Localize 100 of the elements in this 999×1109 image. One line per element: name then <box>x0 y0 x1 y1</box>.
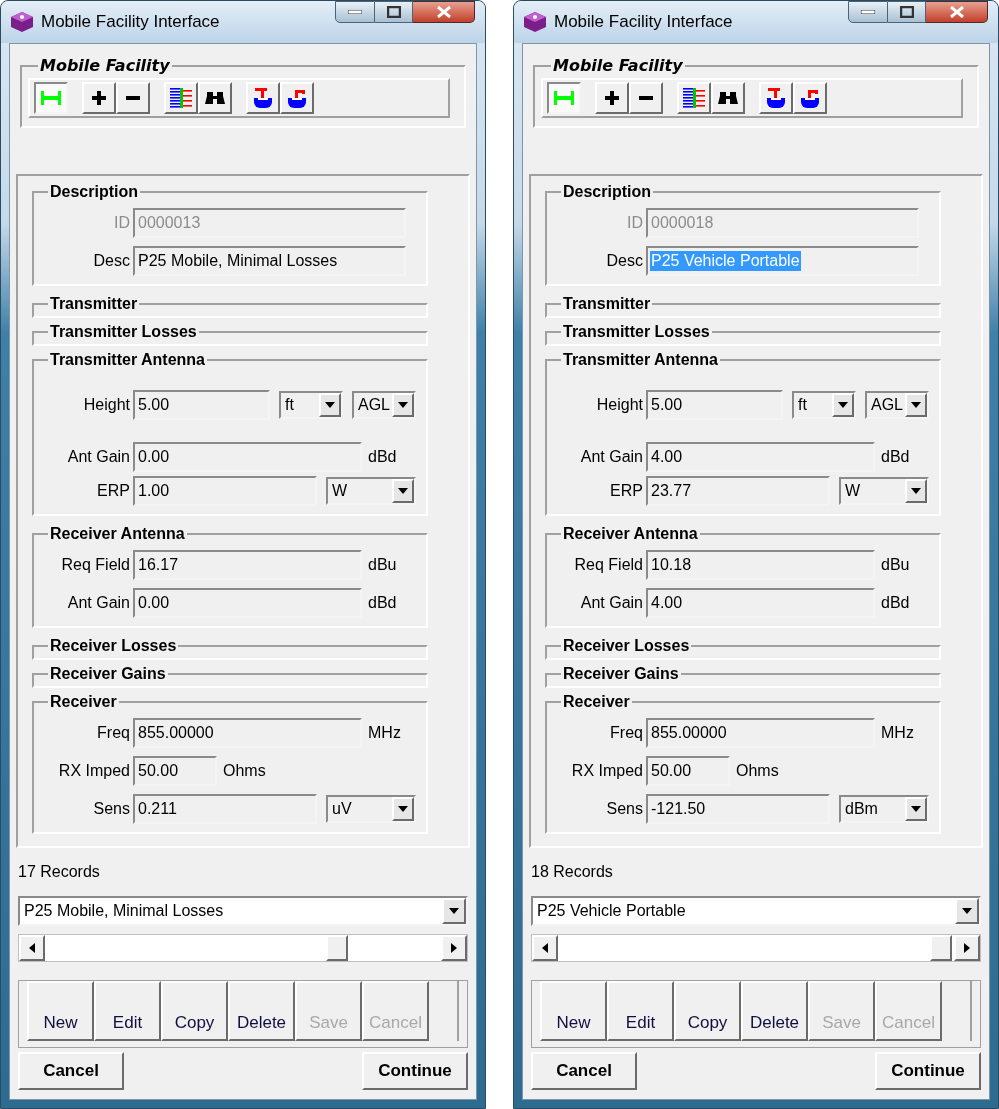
text-field[interactable]: 1.00 <box>133 476 317 506</box>
unit-dropdown[interactable]: ft <box>792 391 856 419</box>
close-icon <box>949 6 964 18</box>
scroll-right-button[interactable] <box>441 935 467 961</box>
binoculars-icon <box>718 90 738 106</box>
scroll-left-button[interactable] <box>532 935 558 961</box>
text-field[interactable]: 4.00 <box>646 588 875 618</box>
maximize-icon <box>386 6 401 18</box>
text-field[interactable]: 50.00 <box>646 756 730 786</box>
plus-icon <box>605 91 619 105</box>
minimize-button[interactable] <box>335 1 375 23</box>
maximize-button[interactable] <box>888 1 926 23</box>
unit-label: dBd <box>368 447 398 467</box>
cancel-button[interactable]: Cancel <box>531 1052 637 1090</box>
unit-dropdown[interactable]: AGL <box>352 391 416 419</box>
app-cube-icon <box>524 12 546 32</box>
field-label: Ant Gain <box>579 593 643 613</box>
text-field[interactable]: 5.00 <box>133 390 270 420</box>
minimize-button[interactable] <box>848 1 888 23</box>
unit-dropdown[interactable]: AGL <box>865 391 929 419</box>
group-title: Transmitter Antenna <box>50 351 205 368</box>
maximize-button[interactable] <box>375 1 413 23</box>
field-label: ERP <box>609 481 643 501</box>
maximize-icon <box>899 6 914 18</box>
dropdown-arrow-icon <box>911 488 921 494</box>
text-field[interactable]: -121.50 <box>646 794 830 824</box>
text-field[interactable]: 0.00 <box>133 588 362 618</box>
action-button[interactable]: Copy <box>674 981 741 1041</box>
text-field[interactable]: 5.00 <box>646 390 783 420</box>
action-button[interactable]: New <box>27 981 94 1041</box>
pipe-bowl-icon <box>800 88 820 108</box>
text-field[interactable]: P25 Mobile, Minimal Losses <box>133 246 406 276</box>
dropdown-arrow-icon <box>398 402 408 408</box>
action-button[interactable]: Edit <box>94 981 161 1041</box>
unit-dropdown[interactable]: W <box>326 477 416 505</box>
ibeam-icon <box>554 91 574 105</box>
plus-icon <box>92 91 106 105</box>
text-field[interactable]: 10.18 <box>646 550 875 580</box>
record-count: 18 Records <box>531 862 614 882</box>
scroll-thumb[interactable] <box>930 935 953 961</box>
group-title: Transmitter Losses <box>50 323 197 340</box>
minus-icon <box>639 96 653 100</box>
group-title: Receiver Antenna <box>563 525 698 542</box>
record-dropdown[interactable]: P25 Vehicle Portable <box>531 896 981 926</box>
action-button[interactable]: Edit <box>607 981 674 1041</box>
unit-label: dBd <box>368 593 398 613</box>
continue-button[interactable]: Continue <box>875 1052 981 1090</box>
group-title: Transmitter <box>563 295 651 312</box>
pipe-bowl-icon <box>766 88 786 108</box>
pipe-bowl-icon <box>287 88 307 108</box>
unit-dropdown[interactable]: dBm <box>839 795 929 823</box>
group-title: Transmitter <box>50 295 138 312</box>
minus-icon <box>126 96 140 100</box>
text-field[interactable]: 855.00000 <box>133 718 362 748</box>
unit-dropdown[interactable]: ft <box>279 391 343 419</box>
record-dropdown[interactable]: P25 Mobile, Minimal Losses <box>18 896 468 926</box>
group-title: Description <box>563 183 651 200</box>
text-field[interactable]: 50.00 <box>133 756 217 786</box>
text-field[interactable]: 23.77 <box>646 476 830 506</box>
unit-dropdown[interactable]: W <box>839 477 929 505</box>
scroll-right-button[interactable] <box>954 935 980 961</box>
field-label: Req Field <box>573 555 643 575</box>
field-label: Desc <box>92 251 130 271</box>
field-label: RX Imped <box>570 761 643 781</box>
close-button[interactable] <box>926 1 988 23</box>
field-label: Sens <box>92 799 130 819</box>
unit-dropdown[interactable]: uV <box>326 795 416 823</box>
text-field[interactable]: 855.00000 <box>646 718 875 748</box>
field-label: Ant Gain <box>66 447 130 467</box>
right-arrow-icon <box>964 943 970 953</box>
field-label: Desc <box>605 251 643 271</box>
scroll-left-button[interactable] <box>19 935 45 961</box>
dropdown-arrow-icon <box>838 402 848 408</box>
unit-label: MHz <box>368 723 402 743</box>
dropdown-arrow-icon <box>398 488 408 494</box>
field-label: Req Field <box>60 555 130 575</box>
unit-label: MHz <box>881 723 915 743</box>
action-button[interactable]: Delete <box>741 981 808 1041</box>
unit-label: Ohms <box>736 761 779 781</box>
action-button[interactable]: New <box>540 981 607 1041</box>
text-field[interactable]: 0.00 <box>133 442 362 472</box>
action-button[interactable]: Delete <box>228 981 295 1041</box>
group-title: Transmitter Antenna <box>563 351 718 368</box>
binoculars-icon <box>205 90 225 106</box>
text-field[interactable]: 16.17 <box>133 550 362 580</box>
scroll-thumb[interactable] <box>326 935 349 961</box>
dropdown-arrow-icon <box>911 806 921 812</box>
record-scrollbar[interactable] <box>18 934 468 962</box>
cancel-button[interactable]: Cancel <box>18 1052 124 1090</box>
line-list-icon <box>683 88 705 108</box>
text-field[interactable]: 4.00 <box>646 442 875 472</box>
record-scrollbar[interactable] <box>531 934 981 962</box>
close-button[interactable] <box>413 1 475 23</box>
action-button[interactable]: Copy <box>161 981 228 1041</box>
continue-button[interactable]: Continue <box>362 1052 468 1090</box>
field-label: ERP <box>96 481 130 501</box>
minimize-icon <box>861 10 875 14</box>
right-arrow-icon <box>451 943 457 953</box>
group-title: Description <box>50 183 138 200</box>
text-field[interactable]: 0.211 <box>133 794 317 824</box>
